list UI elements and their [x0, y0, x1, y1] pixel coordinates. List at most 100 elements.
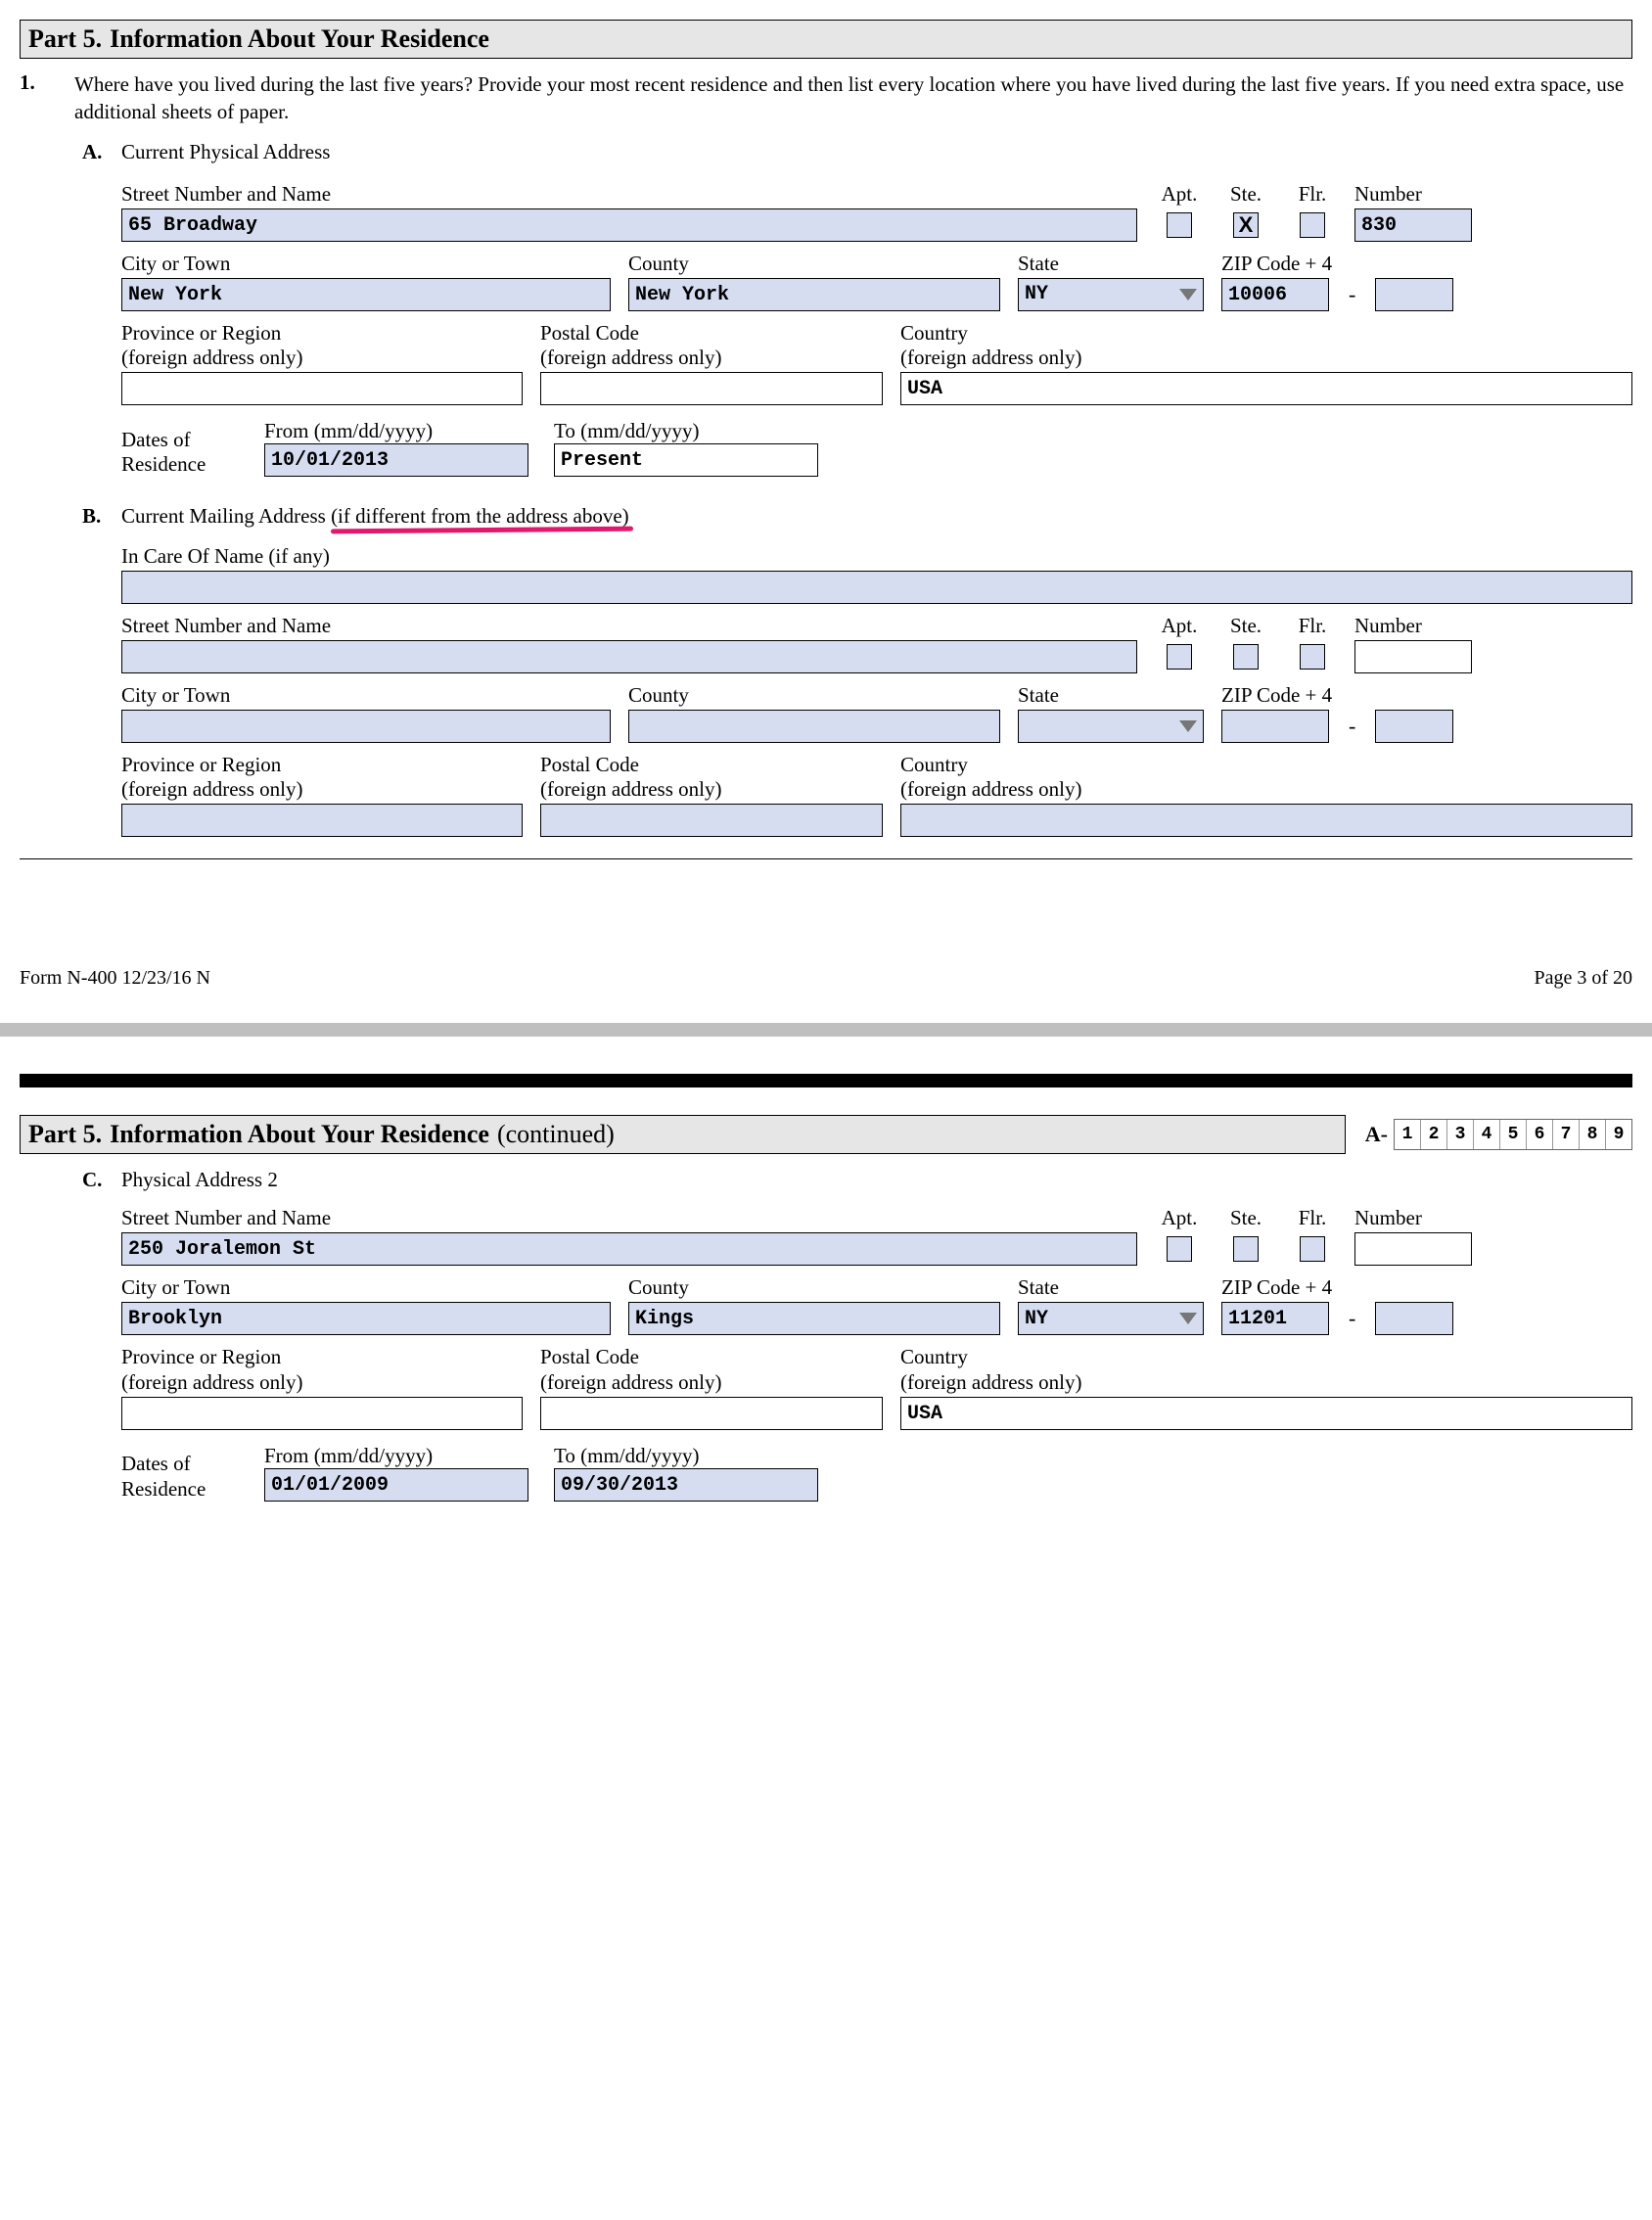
- part5-continued-row: Part 5. Information About Your Residence…: [20, 1115, 1632, 1154]
- c-label-city: City or Town: [121, 1275, 611, 1300]
- a-zip4-input[interactable]: [1375, 278, 1453, 311]
- c-ste-checkbox[interactable]: [1233, 1236, 1259, 1262]
- a-cell[interactable]: 4: [1474, 1120, 1500, 1149]
- c-label-residence: Residence: [121, 1477, 239, 1502]
- c-label-number: Number: [1354, 1206, 1472, 1230]
- a-cell[interactable]: 5: [1500, 1120, 1527, 1149]
- b-state-select[interactable]: [1018, 710, 1204, 743]
- a-state-select[interactable]: NY: [1018, 278, 1204, 311]
- c-to-input[interactable]: 09/30/2013: [554, 1468, 818, 1502]
- c-street-input[interactable]: 250 Joralemon St: [121, 1232, 1137, 1266]
- q1-number: 1.: [20, 70, 59, 126]
- q1-text: Where have you lived during the last fiv…: [74, 70, 1632, 126]
- section-c-letter: C.: [82, 1168, 110, 1501]
- b-label-apt: Apt.: [1155, 614, 1204, 638]
- a-ste-checkbox[interactable]: X: [1233, 212, 1259, 238]
- b-city-input[interactable]: [121, 710, 611, 743]
- label-foreign3: (foreign address only): [900, 346, 1632, 370]
- label-residence: Residence: [121, 452, 239, 477]
- a-number-box: A- 1 2 3 4 5 6 7 8 9: [1365, 1115, 1632, 1154]
- a-postal-input[interactable]: [540, 372, 883, 405]
- label-dates-of: Dates of: [121, 428, 239, 452]
- part5c-title: Information About Your Residence: [110, 1120, 489, 1149]
- b-label-city: City or Town: [121, 683, 611, 708]
- c-state-select[interactable]: NY: [1018, 1302, 1204, 1335]
- b-apt-checkbox[interactable]: [1167, 644, 1192, 670]
- b-province-input[interactable]: [121, 804, 523, 837]
- c-postal-input[interactable]: [540, 1397, 883, 1430]
- label-to: To (mm/dd/yyyy): [554, 419, 818, 443]
- b-county-input[interactable]: [628, 710, 1000, 743]
- a-city-input[interactable]: New York: [121, 278, 611, 311]
- b-number-input[interactable]: [1354, 640, 1472, 673]
- a-province-input[interactable]: [121, 372, 523, 405]
- part5c-continued: (continued): [497, 1120, 615, 1149]
- b-street-input[interactable]: [121, 640, 1137, 673]
- label-zip: ZIP Code + 4: [1221, 252, 1632, 276]
- c-label-to: To (mm/dd/yyyy): [554, 1444, 818, 1468]
- c-label-ste: Ste.: [1221, 1206, 1270, 1230]
- c-from-input[interactable]: 01/01/2009: [264, 1468, 528, 1502]
- section-c: C. Physical Address 2 Street Number and …: [82, 1168, 1632, 1501]
- a-from-input[interactable]: 10/01/2013: [264, 443, 528, 477]
- b-zip4-input[interactable]: [1375, 710, 1453, 743]
- c-state-value: NY: [1025, 1308, 1048, 1330]
- a-county-input[interactable]: New York: [628, 278, 1000, 311]
- dash: -: [1347, 1306, 1357, 1331]
- b-label-province: Province or Region: [121, 753, 523, 777]
- a-cell[interactable]: 1: [1395, 1120, 1421, 1149]
- footer-right: Page 3 of 20: [1534, 967, 1632, 990]
- c-flr-checkbox[interactable]: [1300, 1236, 1325, 1262]
- chevron-down-icon: [1179, 289, 1197, 301]
- c-label-foreign2: (foreign address only): [540, 1370, 883, 1395]
- part5c-prefix: Part 5.: [28, 1120, 102, 1149]
- a-number-input[interactable]: 830: [1354, 208, 1472, 242]
- c-province-input[interactable]: [121, 1397, 523, 1430]
- a-cell[interactable]: 9: [1606, 1120, 1631, 1149]
- c-zip5-input[interactable]: 11201: [1221, 1302, 1329, 1335]
- label-state: State: [1018, 252, 1204, 276]
- a-cell[interactable]: 7: [1553, 1120, 1580, 1149]
- label-street: Street Number and Name: [121, 182, 1137, 207]
- page-footer: Form N-400 12/23/16 N Page 3 of 20: [20, 967, 1632, 990]
- a-flr-checkbox[interactable]: [1300, 212, 1325, 238]
- c-county-input[interactable]: Kings: [628, 1302, 1000, 1335]
- label-number: Number: [1354, 182, 1472, 207]
- c-zip4-input[interactable]: [1375, 1302, 1453, 1335]
- a-to-input[interactable]: Present: [554, 443, 818, 477]
- question-1: 1. Where have you lived during the last …: [20, 70, 1632, 126]
- label-province: Province or Region: [121, 321, 523, 346]
- a-cell[interactable]: 2: [1421, 1120, 1447, 1149]
- a-country-input[interactable]: USA: [900, 372, 1632, 405]
- c-label-foreign3: (foreign address only): [900, 1370, 1632, 1395]
- c-number-input[interactable]: [1354, 1232, 1472, 1266]
- c-city-input[interactable]: Brooklyn: [121, 1302, 611, 1335]
- a-state-value: NY: [1025, 283, 1048, 305]
- b-label-foreign1: (foreign address only): [121, 777, 523, 802]
- b-flr-checkbox[interactable]: [1300, 644, 1325, 670]
- section-b: B. Current Mailing Address (if different…: [82, 504, 1632, 837]
- b-label-flr: Flr.: [1288, 614, 1337, 638]
- a-cell[interactable]: 8: [1580, 1120, 1606, 1149]
- b-zip5-input[interactable]: [1221, 710, 1329, 743]
- c-country-input[interactable]: USA: [900, 1397, 1632, 1430]
- c-label-dates-of: Dates of: [121, 1452, 239, 1476]
- a-cell[interactable]: 3: [1447, 1120, 1474, 1149]
- label-from: From (mm/dd/yyyy): [264, 419, 528, 443]
- b-incare-input[interactable]: [121, 571, 1632, 604]
- b-ste-checkbox[interactable]: [1233, 644, 1259, 670]
- a-street-input[interactable]: 65 Broadway: [121, 208, 1137, 242]
- b-postal-input[interactable]: [540, 804, 883, 837]
- a-zip5-input[interactable]: 10006: [1221, 278, 1329, 311]
- a-cell[interactable]: 6: [1527, 1120, 1553, 1149]
- b-label-street: Street Number and Name: [121, 614, 1137, 638]
- a-number-cells[interactable]: 1 2 3 4 5 6 7 8 9: [1394, 1119, 1632, 1150]
- section-b-title-plain: Current Mailing Address: [121, 504, 331, 528]
- section-a-letter: A.: [82, 140, 110, 477]
- c-apt-checkbox[interactable]: [1167, 1236, 1192, 1262]
- footer-left: Form N-400 12/23/16 N: [20, 967, 210, 990]
- label-flr: Flr.: [1288, 182, 1337, 207]
- b-label-state: State: [1018, 683, 1204, 708]
- a-apt-checkbox[interactable]: [1167, 212, 1192, 238]
- b-country-input[interactable]: [900, 804, 1632, 837]
